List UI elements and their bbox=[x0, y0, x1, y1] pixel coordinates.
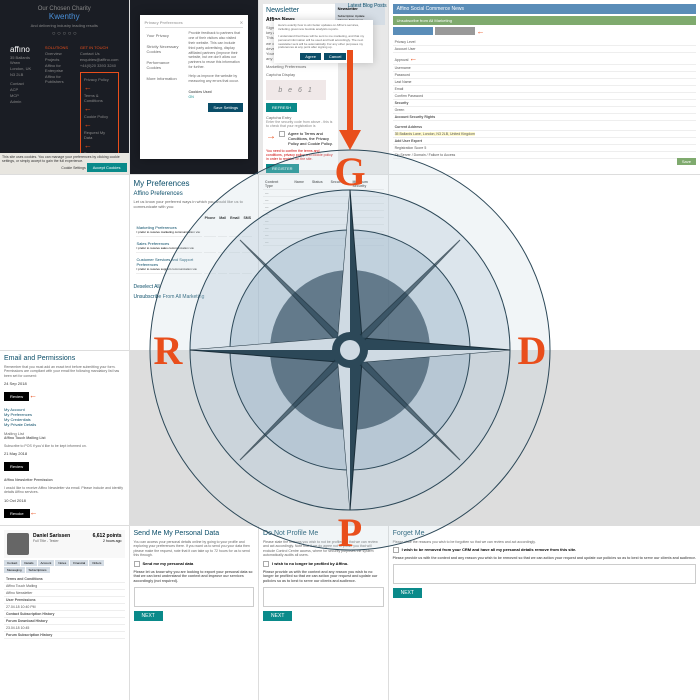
reason-textarea[interactable] bbox=[393, 564, 696, 584]
tile-admin-list: Affino Social Commerce News Unsubscribe … bbox=[389, 0, 700, 174]
newsletter-heading: Newsletter bbox=[266, 7, 335, 14]
refresh-button[interactable]: REFRESH bbox=[266, 103, 297, 112]
tab-strict-cookies[interactable]: Strictly Necessary Cookies bbox=[145, 42, 185, 56]
reason-textarea-2[interactable] bbox=[134, 587, 255, 607]
register-button[interactable]: REGISTER bbox=[266, 164, 298, 173]
next-button[interactable]: NEXT bbox=[393, 588, 422, 598]
accept-cookies-button[interactable]: Accept Cookies bbox=[87, 163, 127, 172]
tile-email-permissions: Email and Permissions Remember that you … bbox=[0, 351, 129, 525]
tab-more-info[interactable]: More Information bbox=[145, 74, 185, 83]
tab-perf-cookies[interactable]: Performance Cookies bbox=[145, 58, 185, 72]
reason-textarea-3[interactable] bbox=[263, 587, 384, 607]
screenshot-grid: Our Chosen Charity Kwenthy And deliverin… bbox=[0, 0, 700, 700]
tile-newsletter: Newsletter Affino News Sign up for the A… bbox=[259, 0, 388, 174]
terms-checkbox[interactable] bbox=[279, 131, 285, 137]
tile-center bbox=[0, 175, 129, 349]
next-button-2[interactable]: NEXT bbox=[134, 611, 163, 621]
unsubscribe-link[interactable]: Unsubscribe From All Marketing bbox=[134, 294, 255, 300]
privacy-modal: Privacy Preferences✕ Your Privacy Strict… bbox=[140, 15, 249, 159]
preferences-table: PhoneMailEmailSMS Marketing PreferencesI… bbox=[134, 213, 255, 276]
tile-user-profile: Daniel Sarissen Full Title - Tester 6,61… bbox=[0, 526, 129, 700]
profile-checkbox[interactable] bbox=[263, 561, 269, 567]
revoke-button[interactable]: Revoke bbox=[4, 509, 30, 518]
tile-forget-me: Forget Me Please state the reasons you w… bbox=[389, 526, 700, 700]
next-button-3[interactable]: NEXT bbox=[263, 611, 292, 621]
consent-popup: Here's exactly how to win better updates… bbox=[274, 20, 373, 63]
save-settings-button[interactable]: Save Settings bbox=[208, 103, 243, 112]
tile-privacy-modal: Privacy Preferences✕ Your Privacy Strict… bbox=[130, 0, 259, 174]
charity-header: Our Chosen Charity Kwenthy And deliverin… bbox=[4, 4, 125, 39]
tile-content-list: Content TypeNameStatusSecurityMinimum Se… bbox=[259, 175, 388, 349]
cancel-button[interactable]: Cancel bbox=[324, 53, 346, 60]
tile-center-2 bbox=[389, 175, 700, 349]
agree-button[interactable]: Agree bbox=[300, 53, 321, 60]
tile-do-not-profile: Do Not Profile Me Please state the reaso… bbox=[259, 526, 388, 700]
avatar bbox=[7, 533, 29, 555]
arrow-icon: ← bbox=[84, 83, 92, 92]
deselect-all-link[interactable]: Deselect All bbox=[134, 284, 255, 290]
save-button[interactable]: Save bbox=[677, 158, 696, 165]
forget-checkbox[interactable] bbox=[393, 547, 399, 553]
send-data-checkbox[interactable] bbox=[134, 561, 140, 567]
tile-send-data: Send Me My Personal Data You can access … bbox=[130, 526, 259, 700]
captcha-display: b e 6 1 bbox=[266, 80, 326, 100]
close-icon[interactable]: ✕ bbox=[240, 20, 243, 25]
tile-preferences: My Preferences Affino Preferences Let us… bbox=[130, 175, 259, 349]
tile-dark-footer: Our Chosen Charity Kwenthy And deliverin… bbox=[0, 0, 129, 174]
tab-your-privacy[interactable]: Your Privacy bbox=[145, 31, 185, 40]
review-button-2[interactable]: Review bbox=[4, 462, 29, 471]
review-button[interactable]: Review bbox=[4, 392, 29, 401]
